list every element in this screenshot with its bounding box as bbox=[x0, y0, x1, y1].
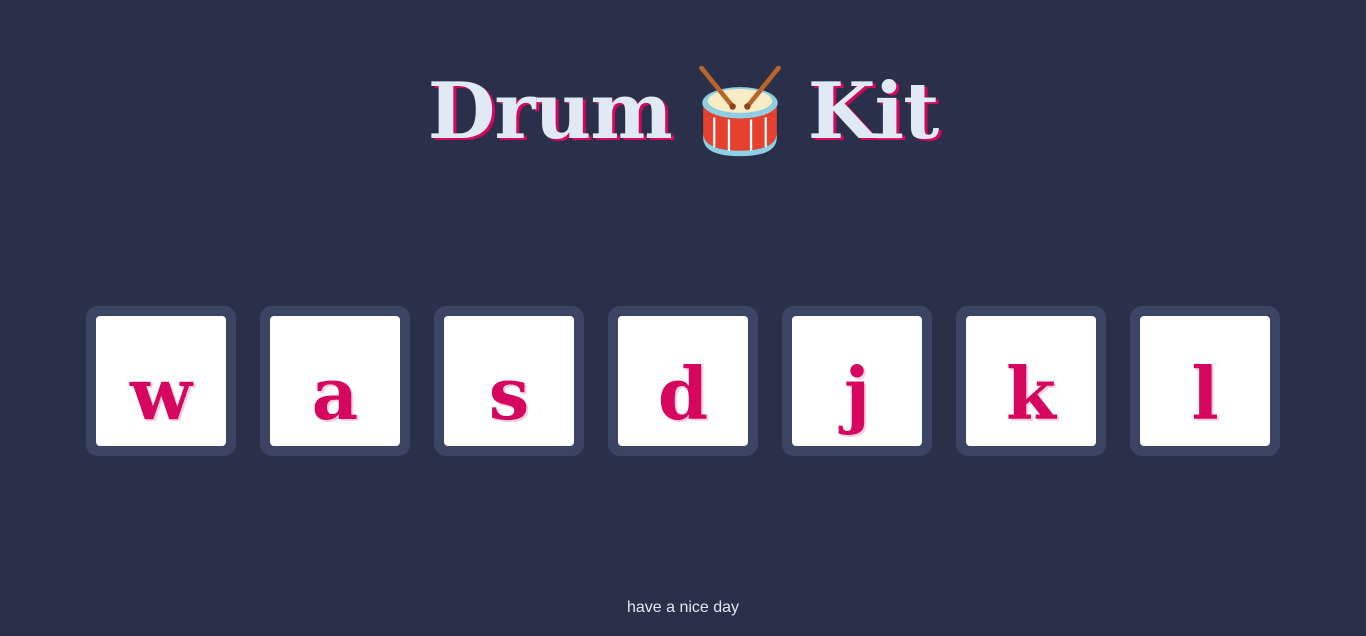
drum-key-l[interactable]: l bbox=[1130, 306, 1280, 456]
key-label: j bbox=[843, 351, 871, 436]
key-face: d bbox=[618, 316, 748, 446]
drum-keys: w a s d j k l bbox=[0, 306, 1366, 456]
drum-key-k[interactable]: k bbox=[956, 306, 1106, 456]
drum-key-w[interactable]: w bbox=[86, 306, 236, 456]
drum-key-a[interactable]: a bbox=[260, 306, 410, 456]
key-face: a bbox=[270, 316, 400, 446]
key-label: d bbox=[657, 351, 709, 436]
page-title: Drum Kit bbox=[0, 62, 1366, 162]
key-face: w bbox=[96, 316, 226, 446]
key-label: l bbox=[1191, 351, 1219, 436]
key-label: k bbox=[1006, 351, 1056, 436]
key-face: s bbox=[444, 316, 574, 446]
title-word-drum: Drum bbox=[427, 66, 673, 157]
key-face: j bbox=[792, 316, 922, 446]
key-label: w bbox=[130, 351, 192, 436]
footer-text: have a nice day bbox=[626, 599, 740, 616]
drum-key-j[interactable]: j bbox=[782, 306, 932, 456]
key-face: k bbox=[966, 316, 1096, 446]
key-label: a bbox=[311, 351, 359, 436]
drum-key-d[interactable]: d bbox=[608, 306, 758, 456]
title-word-kit: Kit bbox=[807, 66, 939, 157]
key-face: l bbox=[1140, 316, 1270, 446]
drum-key-s[interactable]: s bbox=[434, 306, 584, 456]
drum-kit-page: Drum Kit w a s d j k l have a nice day bbox=[0, 0, 1366, 636]
key-label: s bbox=[488, 351, 530, 436]
drum-icon bbox=[698, 66, 781, 157]
